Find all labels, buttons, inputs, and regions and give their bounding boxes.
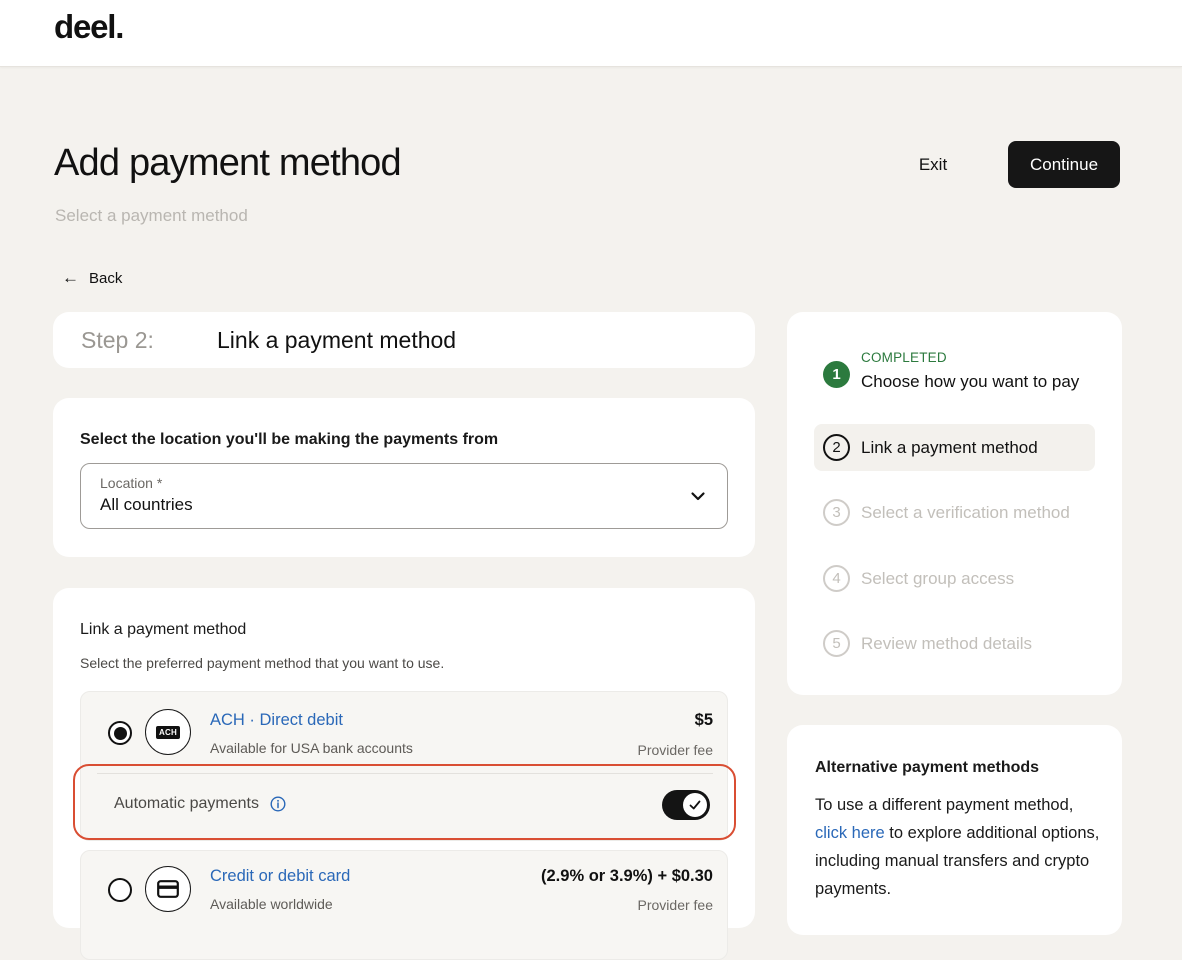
completed-tag: COMPLETED <box>861 350 947 365</box>
progress-step-4[interactable]: 4 Select group access <box>823 565 1014 592</box>
progress-step-1[interactable]: 1 <box>823 361 861 388</box>
top-bar: deel. <box>0 0 1182 67</box>
alternative-heading: Alternative payment methods <box>815 759 1040 776</box>
back-label: Back <box>89 269 123 287</box>
progress-step-5-label: Review method details <box>861 633 1033 653</box>
automatic-payments-row: Automatic payments <box>114 795 286 813</box>
card-fee: (2.9% or 3.9%) + $0.30 <box>541 867 713 885</box>
link-method-card: Link a payment method Select the preferr… <box>53 588 755 960</box>
click-here-link[interactable]: click here <box>815 824 885 842</box>
progress-step-5[interactable]: 5 Review method details <box>823 630 1032 657</box>
progress-step-1-label: Choose how you want to pay <box>861 372 1080 391</box>
step-3-number: 3 <box>823 499 850 526</box>
back-link[interactable]: ← Back <box>62 268 122 288</box>
progress-step-4-label: Select group access <box>861 568 1015 588</box>
link-method-heading: Link a payment method <box>80 621 247 638</box>
progress-step-3-label: Select a verification method <box>861 502 1070 522</box>
step-header-card: Step 2: Link a payment method <box>53 312 755 368</box>
alternative-body: To use a different payment method, click… <box>815 791 1105 903</box>
ach-icon: ACH <box>145 709 191 755</box>
automatic-payments-toggle[interactable] <box>662 790 710 820</box>
step-title: Link a payment method <box>217 327 457 353</box>
ach-description: Available for USA bank accounts <box>210 740 413 756</box>
deel-logo[interactable]: deel. <box>54 8 124 46</box>
alternative-body-start: To use a different payment method, <box>815 796 1074 814</box>
ach-fee: $5 <box>694 711 713 729</box>
chevron-down-icon <box>691 492 705 501</box>
location-field-label: Location * <box>100 475 163 491</box>
step-2-number: 2 <box>823 434 850 461</box>
location-select[interactable]: Location * All countries <box>80 463 728 529</box>
exit-button[interactable]: Exit <box>900 142 966 188</box>
ach-title[interactable]: ACH · Direct debit <box>210 711 343 730</box>
step-5-number: 5 <box>823 630 850 657</box>
arrow-left-icon: ← <box>62 268 79 287</box>
ach-radio[interactable] <box>108 721 132 745</box>
page-title: Add payment method <box>54 142 402 184</box>
info-icon[interactable] <box>270 796 286 812</box>
method-option-ach[interactable]: ACH ACH · Direct debit Available for USA… <box>80 691 728 841</box>
location-value: All countries <box>100 495 193 514</box>
location-card: Select the location you'll be making the… <box>53 398 755 557</box>
progress-step-2[interactable]: 2 Link a payment method <box>823 434 1038 461</box>
card-description: Available worldwide <box>210 896 333 912</box>
link-method-subheading: Select the preferred payment method that… <box>80 655 445 671</box>
step-1-number: 1 <box>823 361 850 388</box>
check-icon <box>683 793 707 817</box>
location-heading: Select the location you'll be making the… <box>80 431 499 448</box>
divider <box>97 773 713 774</box>
step-number-label: Step 2: <box>81 327 154 353</box>
ach-badge: ACH <box>156 725 180 739</box>
step-4-number: 4 <box>823 565 850 592</box>
continue-button[interactable]: Continue <box>1008 141 1120 188</box>
credit-card-icon <box>145 866 191 912</box>
alternative-methods-card: Alternative payment methods To use a dif… <box>787 725 1122 935</box>
page-subtitle: Select a payment method <box>55 206 248 225</box>
ach-fee-label: Provider fee <box>637 742 713 758</box>
progress-step-2-label: Link a payment method <box>861 437 1038 457</box>
method-option-card[interactable]: Credit or debit card Available worldwide… <box>80 850 728 960</box>
card-radio[interactable] <box>108 878 132 902</box>
progress-step-3[interactable]: 3 Select a verification method <box>823 499 1070 526</box>
automatic-payments-label: Automatic payments <box>114 795 259 812</box>
card-title[interactable]: Credit or debit card <box>210 867 350 886</box>
card-fee-label: Provider fee <box>637 897 713 913</box>
